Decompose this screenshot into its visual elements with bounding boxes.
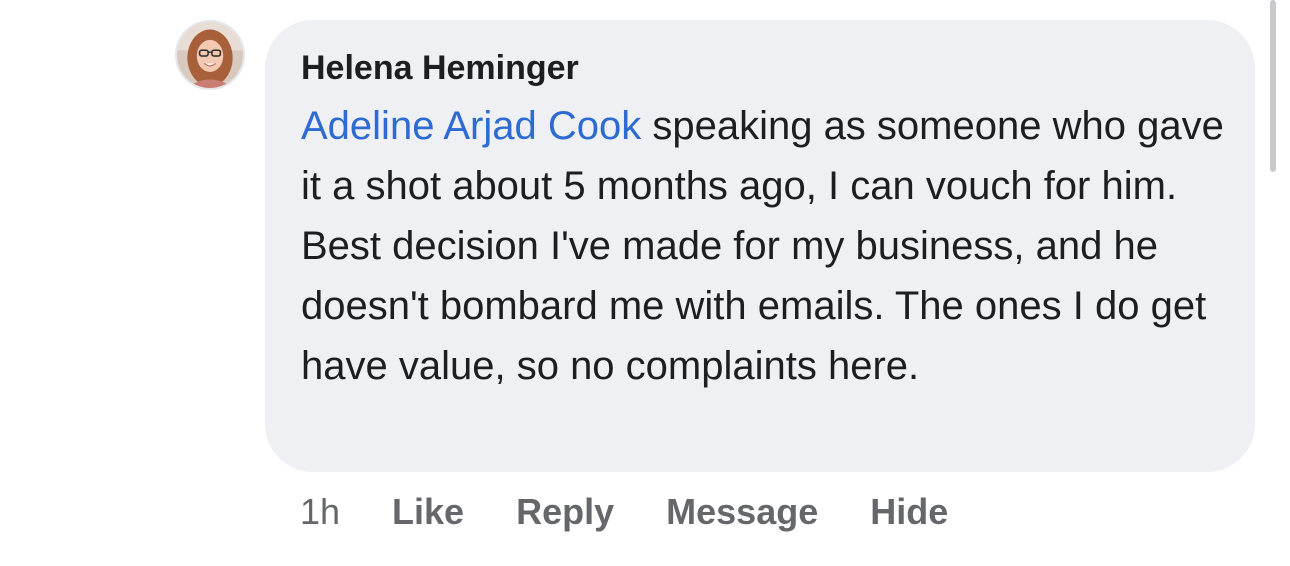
comment-thread: Helena Heminger Adeline Arjad Cook speak… [0, 0, 1290, 566]
scrollbar[interactable] [1270, 0, 1276, 172]
comment-timestamp[interactable]: 1h [300, 491, 340, 533]
mention-link[interactable]: Adeline Arjad Cook [301, 104, 641, 148]
comment-author-name[interactable]: Helena Heminger [301, 46, 1221, 90]
message-button[interactable]: Message [666, 491, 818, 533]
comment-actions: 1h Like Reply Message Hide [300, 486, 1000, 538]
comment-bubble: Helena Heminger Adeline Arjad Cook speak… [265, 20, 1255, 472]
like-button[interactable]: Like [392, 491, 464, 533]
avatar[interactable] [175, 20, 245, 90]
reply-button[interactable]: Reply [516, 491, 614, 533]
comment-text: Adeline Arjad Cook speaking as someone w… [301, 96, 1231, 396]
profile-photo-icon [177, 22, 243, 88]
hide-button[interactable]: Hide [870, 491, 948, 533]
